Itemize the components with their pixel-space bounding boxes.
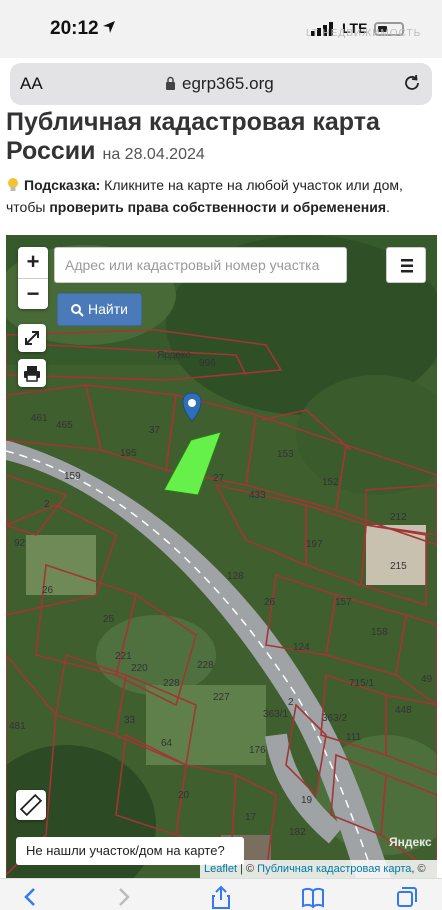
svg-text:26: 26 — [264, 597, 276, 608]
hint-bold: проверить права собственности и обремене… — [49, 199, 387, 215]
svg-text:182: 182 — [289, 827, 306, 838]
svg-text:215: 215 — [390, 561, 407, 572]
status-bar: 20:12 LTE LT НЕДВИЖИМОСТЬ — [0, 0, 442, 58]
search-input[interactable] — [54, 247, 347, 283]
svg-text:158: 158 — [371, 627, 388, 638]
url-text[interactable]: egrp365.org — [182, 74, 274, 94]
svg-text:448: 448 — [395, 705, 412, 716]
share-icon[interactable] — [208, 885, 234, 909]
svg-text:2: 2 — [44, 499, 50, 510]
measure-button[interactable] — [16, 790, 46, 820]
map-imagery[interactable]: 996 37 461 465 195 27 153 159 433 152 2 … — [6, 235, 437, 878]
svg-text:26: 26 — [42, 585, 54, 596]
svg-text:157: 157 — [335, 597, 352, 608]
svg-text:363/2: 363/2 — [322, 713, 347, 724]
zoom-control[interactable]: + − — [18, 247, 48, 309]
svg-text:2: 2 — [288, 697, 294, 708]
svg-text:49: 49 — [421, 674, 433, 685]
yandex-logo: Яндекс — [389, 835, 432, 849]
page-title-date: на 28.04.2024 — [102, 146, 205, 163]
svg-text:461: 461 — [31, 413, 48, 424]
svg-text:153: 153 — [277, 449, 294, 460]
svg-text:20: 20 — [178, 790, 190, 801]
svg-text:17: 17 — [245, 812, 257, 823]
svg-text:19: 19 — [301, 795, 313, 806]
fullscreen-button[interactable] — [18, 324, 46, 352]
page-title: Публичная кадастровая карта России на 28… — [6, 108, 436, 169]
attribution-end: , © — [411, 863, 426, 875]
print-button[interactable] — [18, 359, 46, 387]
svg-text:128: 128 — [227, 571, 244, 582]
svg-text:996: 996 — [199, 358, 216, 369]
svg-text:37: 37 — [149, 425, 161, 436]
location-arrow-icon — [103, 21, 115, 33]
expand-icon — [25, 331, 39, 345]
browser-toolbar — [0, 878, 442, 910]
svg-text:228: 228 — [163, 678, 180, 689]
svg-text:481: 481 — [9, 721, 26, 732]
svg-text:220: 220 — [131, 663, 148, 674]
svg-text:33: 33 — [124, 715, 136, 726]
hint: Подсказка: Кликните на карте на любой уч… — [6, 174, 436, 218]
hint-prefix: Подсказка: — [24, 177, 101, 193]
find-button[interactable]: Найти — [57, 293, 142, 326]
menu-button[interactable] — [386, 247, 426, 283]
forward-icon[interactable] — [110, 885, 136, 909]
address-bar[interactable]: AA egrp365.org — [10, 63, 432, 105]
svg-text:159: 159 — [64, 471, 81, 482]
bookmarks-icon[interactable] — [300, 885, 326, 909]
svg-text:465: 465 — [56, 420, 73, 431]
watermark: LT НЕДВИЖИМОСТЬ — [306, 28, 422, 39]
svg-text:228: 228 — [197, 660, 214, 671]
svg-text:124: 124 — [293, 642, 310, 653]
svg-text:227: 227 — [213, 692, 230, 703]
status-time: 20:12 — [50, 18, 99, 39]
source-link[interactable]: Публичная кадастровая карта — [257, 863, 411, 875]
attribution-sep: | © — [237, 863, 258, 875]
svg-text:715/1: 715/1 — [349, 678, 374, 689]
leaflet-link[interactable]: Leaflet — [204, 863, 237, 875]
svg-text:152: 152 — [322, 477, 339, 488]
svg-text:221: 221 — [115, 651, 132, 662]
svg-text:176: 176 — [249, 745, 266, 756]
cadastral-map[interactable]: 996 37 461 465 195 27 153 159 433 152 2 … — [6, 235, 437, 878]
svg-text:Ярдекс: Ярдекс — [157, 350, 190, 361]
print-icon — [24, 366, 40, 382]
lightbulb-icon — [8, 178, 18, 191]
ruler-icon — [19, 793, 43, 817]
map-attribution: Leaflet | © Публичная кадастровая карта,… — [200, 860, 437, 878]
back-icon[interactable] — [18, 885, 44, 909]
svg-text:433: 433 — [249, 490, 266, 501]
svg-text:25: 25 — [103, 614, 115, 625]
text-size-button[interactable]: AA — [20, 74, 43, 94]
svg-text:111: 111 — [346, 732, 362, 743]
zoom-out-button[interactable]: − — [18, 278, 48, 309]
lock-icon — [166, 76, 175, 90]
tabs-icon[interactable] — [394, 885, 420, 909]
svg-text:212: 212 — [390, 512, 407, 523]
svg-text:195: 195 — [120, 448, 137, 459]
svg-text:92: 92 — [14, 538, 26, 549]
hint-end: . — [386, 199, 390, 215]
zoom-in-button[interactable]: + — [18, 247, 48, 278]
reload-icon[interactable] — [402, 73, 422, 93]
search-icon — [71, 303, 84, 317]
svg-text:363/1: 363/1 — [263, 709, 288, 720]
find-button-label: Найти — [88, 301, 128, 317]
svg-text:27: 27 — [213, 473, 225, 484]
menu-icon — [401, 259, 413, 273]
svg-text:64: 64 — [161, 738, 173, 749]
svg-text:197: 197 — [306, 539, 323, 550]
